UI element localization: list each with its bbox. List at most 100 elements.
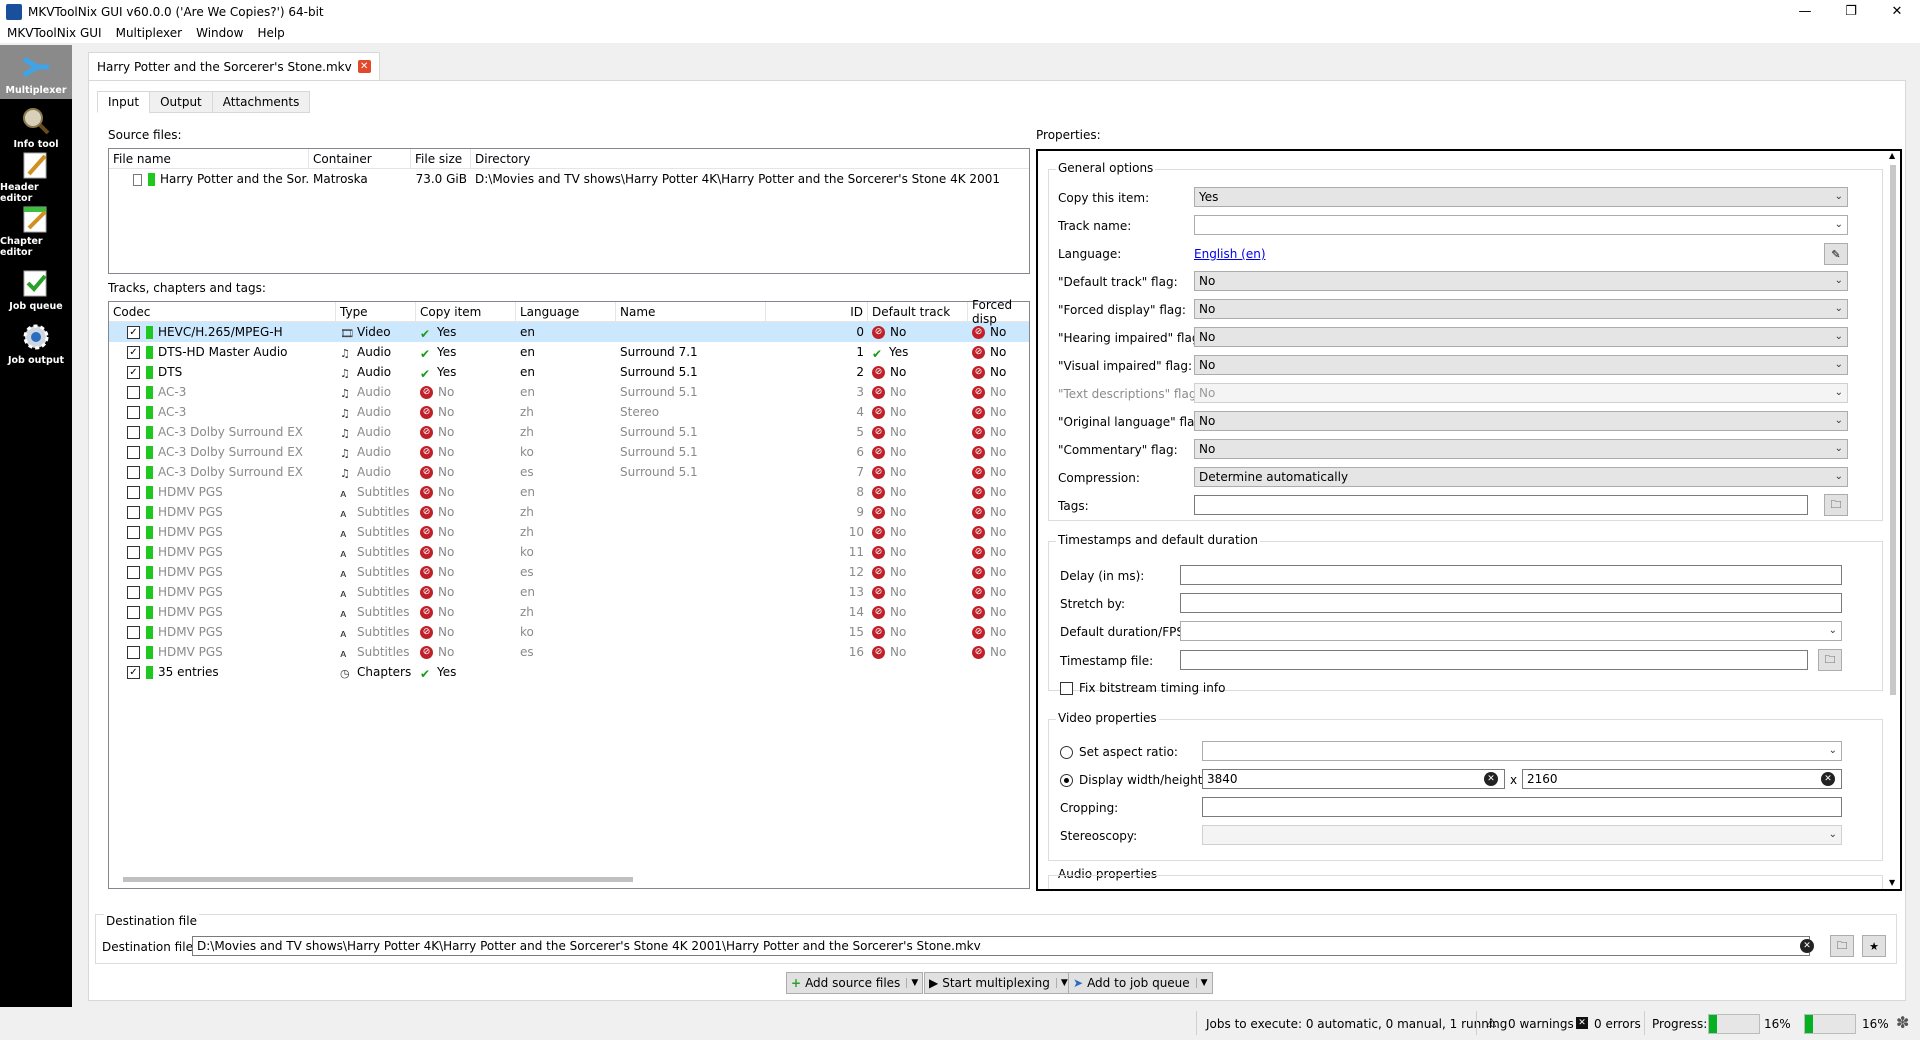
scrollbar-thumb[interactable] bbox=[1890, 165, 1896, 695]
display-wh-radio[interactable] bbox=[1060, 773, 1073, 787]
forced-flag-select[interactable]: No ⌄ bbox=[1194, 299, 1848, 319]
horizontal-scrollbar[interactable] bbox=[123, 877, 633, 882]
clear-width-icon[interactable]: ✕ bbox=[1484, 772, 1498, 786]
tracks-list[interactable]: Codec Type Copy item Language Name ID De… bbox=[108, 298, 1030, 889]
fix-bitstream-row[interactable]: Fix bitstream timing info bbox=[1060, 681, 1225, 695]
commentary-flag-select[interactable]: No ⌄ bbox=[1194, 439, 1848, 459]
timestamp-file-input[interactable] bbox=[1180, 650, 1808, 670]
col-language[interactable]: Language bbox=[516, 302, 616, 321]
track-row[interactable]: HDMV PGS ᴀ Subtitles ⊘ No en 8 ⊘ No ⊘ No bbox=[109, 482, 1029, 502]
track-row[interactable]: HDMV PGS ᴀ Subtitles ⊘ No ko 15 ⊘ No ⊘ No bbox=[109, 622, 1029, 642]
delay-input[interactable] bbox=[1180, 565, 1842, 585]
menu-multiplexer[interactable]: Multiplexer bbox=[109, 26, 190, 40]
source-file-row[interactable]: Harry Potter and the Sor... Matroska 73.… bbox=[109, 169, 1029, 189]
track-row[interactable]: HDMV PGS ᴀ Subtitles ⊘ No en 13 ⊘ No ⊘ No bbox=[109, 582, 1029, 602]
track-checkbox[interactable] bbox=[127, 486, 140, 499]
col-forced-display[interactable]: Forced disp bbox=[968, 298, 1029, 326]
track-name-input[interactable]: ⌄ bbox=[1194, 215, 1848, 235]
track-checkbox[interactable] bbox=[127, 466, 140, 479]
col-directory[interactable]: Directory bbox=[471, 149, 1029, 168]
tab-attachments[interactable]: Attachments bbox=[211, 91, 311, 113]
track-checkbox[interactable] bbox=[127, 386, 140, 399]
tags-input[interactable] bbox=[1194, 495, 1808, 515]
track-checkbox[interactable] bbox=[127, 506, 140, 519]
track-row[interactable]: ✓ HEVC/H.265/MPEG-H 🎞 Video ✔ Yes en 0 ⊘ No ⊘ No bbox=[109, 322, 1029, 342]
compression-select[interactable]: Determine automatically ⌄ bbox=[1194, 467, 1848, 487]
sidebar-item-chapter-editor[interactable]: Chapter editor bbox=[0, 206, 72, 261]
track-row[interactable]: ✓ 35 entries ◷ Chapters ✔ Yes bbox=[109, 662, 1029, 682]
scroll-up-icon[interactable]: ▲ bbox=[1889, 151, 1895, 160]
track-row[interactable]: HDMV PGS ᴀ Subtitles ⊘ No zh 9 ⊘ No ⊘ No bbox=[109, 502, 1029, 522]
scroll-down-icon[interactable]: ▼ bbox=[1889, 878, 1895, 887]
track-checkbox[interactable]: ✓ bbox=[127, 326, 140, 339]
track-row[interactable]: AC-3 ♫ Audio ⊘ No zh Stereo 4 ⊘ No ⊘ No bbox=[109, 402, 1029, 422]
sidebar-item-multiplexer[interactable]: Multiplexer bbox=[0, 45, 72, 99]
hearing-flag-select[interactable]: No ⌄ bbox=[1194, 327, 1848, 347]
col-container[interactable]: Container bbox=[309, 149, 411, 168]
errors-count[interactable]: 0 errors bbox=[1594, 1017, 1641, 1031]
track-checkbox[interactable]: ✓ bbox=[127, 366, 140, 379]
col-name[interactable]: Name bbox=[616, 302, 766, 321]
track-checkbox[interactable] bbox=[127, 626, 140, 639]
sidebar-item-header-editor[interactable]: Header editor bbox=[0, 152, 72, 207]
track-row[interactable]: ✓ DTS-HD Master Audio ♫ Audio ✔ Yes en Surround… bbox=[109, 342, 1029, 362]
menu-help[interactable]: Help bbox=[250, 26, 291, 40]
track-row[interactable]: HDMV PGS ᴀ Subtitles ⊘ No es 16 ⊘ No ⊘ No bbox=[109, 642, 1029, 662]
sidebar-item-job-output[interactable]: Job output bbox=[0, 315, 72, 369]
menu-window[interactable]: Window bbox=[189, 26, 250, 40]
copy-item-select[interactable]: Yes ⌄ bbox=[1194, 187, 1848, 207]
track-row[interactable]: AC-3 Dolby Surround EX ♫ Audio ⊘ No ko Surroun… bbox=[109, 442, 1029, 462]
browse-destination-button[interactable]: 🗀 bbox=[1830, 935, 1854, 957]
track-checkbox[interactable] bbox=[127, 526, 140, 539]
col-codec[interactable]: Codec bbox=[109, 302, 336, 321]
track-checkbox[interactable] bbox=[127, 566, 140, 579]
menu-mkvtoolnix[interactable]: MKVToolNix GUI bbox=[0, 26, 109, 40]
default-duration-select[interactable]: ⌄ bbox=[1180, 621, 1842, 641]
source-files-list[interactable]: File name Container File size Directory … bbox=[108, 148, 1030, 274]
browse-tags-button[interactable]: 🗀 bbox=[1824, 494, 1848, 516]
visual-flag-select[interactable]: No ⌄ bbox=[1194, 355, 1848, 375]
edit-language-button[interactable]: ✎ bbox=[1824, 243, 1848, 265]
tab-output[interactable]: Output bbox=[149, 91, 213, 113]
track-row[interactable]: HDMV PGS ᴀ Subtitles ⊘ No ko 11 ⊘ No ⊘ No bbox=[109, 542, 1029, 562]
display-width-input[interactable]: 3840 bbox=[1202, 769, 1505, 789]
sidebar-item-info-tool[interactable]: Info tool bbox=[0, 99, 72, 153]
track-row[interactable]: ✓ DTS ♫ Audio ✔ Yes en Surround 5.1 2 ⊘ No ⊘ No bbox=[109, 362, 1029, 382]
warnings-count[interactable]: 0 warnings bbox=[1508, 1017, 1574, 1031]
clear-destination-icon[interactable]: ✕ bbox=[1800, 939, 1814, 953]
default-flag-select[interactable]: No ⌄ bbox=[1194, 271, 1848, 291]
minimize-icon[interactable]: — bbox=[1782, 0, 1828, 23]
browse-timestamp-button[interactable]: 🗀 bbox=[1818, 649, 1842, 671]
fix-bitstream-checkbox[interactable] bbox=[1060, 681, 1073, 695]
properties-scrollbar[interactable]: ▲ ▼ bbox=[1888, 151, 1898, 887]
track-row[interactable]: HDMV PGS ᴀ Subtitles ⊘ No zh 10 ⊘ No ⊘ No bbox=[109, 522, 1029, 542]
track-row[interactable]: AC-3 Dolby Surround EX ♫ Audio ⊘ No zh Surroun… bbox=[109, 422, 1029, 442]
track-checkbox[interactable] bbox=[127, 606, 140, 619]
close-icon[interactable]: ✕ bbox=[1874, 0, 1920, 23]
track-row[interactable]: HDMV PGS ᴀ Subtitles ⊘ No zh 14 ⊘ No ⊘ No bbox=[109, 602, 1029, 622]
track-checkbox[interactable] bbox=[127, 646, 140, 659]
track-row[interactable]: HDMV PGS ᴀ Subtitles ⊘ No es 12 ⊘ No ⊘ No bbox=[109, 562, 1029, 582]
col-id[interactable]: ID bbox=[766, 302, 868, 321]
add-source-dropdown-icon[interactable]: ▼ bbox=[906, 978, 918, 988]
display-height-input[interactable]: 2160 bbox=[1522, 769, 1842, 789]
document-tab[interactable]: Harry Potter and the Sorcerer's Stone.mk… bbox=[88, 52, 380, 80]
cropping-input[interactable] bbox=[1202, 797, 1842, 817]
track-checkbox[interactable] bbox=[127, 586, 140, 599]
maximize-icon[interactable]: ❐ bbox=[1828, 0, 1874, 23]
col-copy-item[interactable]: Copy item bbox=[416, 302, 516, 321]
display-wh-row[interactable]: Display width/height: bbox=[1060, 773, 1206, 787]
col-default-track[interactable]: Default track bbox=[868, 302, 968, 321]
track-checkbox[interactable] bbox=[127, 546, 140, 559]
col-file-name[interactable]: File name bbox=[109, 149, 309, 168]
col-type[interactable]: Type bbox=[336, 302, 416, 321]
queue-dropdown-icon[interactable]: ▼ bbox=[1195, 978, 1208, 988]
sidebar-item-job-queue[interactable]: Job queue bbox=[0, 261, 72, 315]
stretch-input[interactable] bbox=[1180, 593, 1842, 613]
col-file-size[interactable]: File size bbox=[411, 149, 471, 168]
track-checkbox[interactable]: ✓ bbox=[127, 346, 140, 359]
tab-input[interactable]: Input bbox=[97, 91, 151, 113]
track-checkbox[interactable] bbox=[127, 426, 140, 439]
clear-height-icon[interactable]: ✕ bbox=[1821, 772, 1835, 786]
add-to-job-queue-button[interactable]: ➤ Add to job queue ▼ bbox=[1068, 972, 1213, 994]
